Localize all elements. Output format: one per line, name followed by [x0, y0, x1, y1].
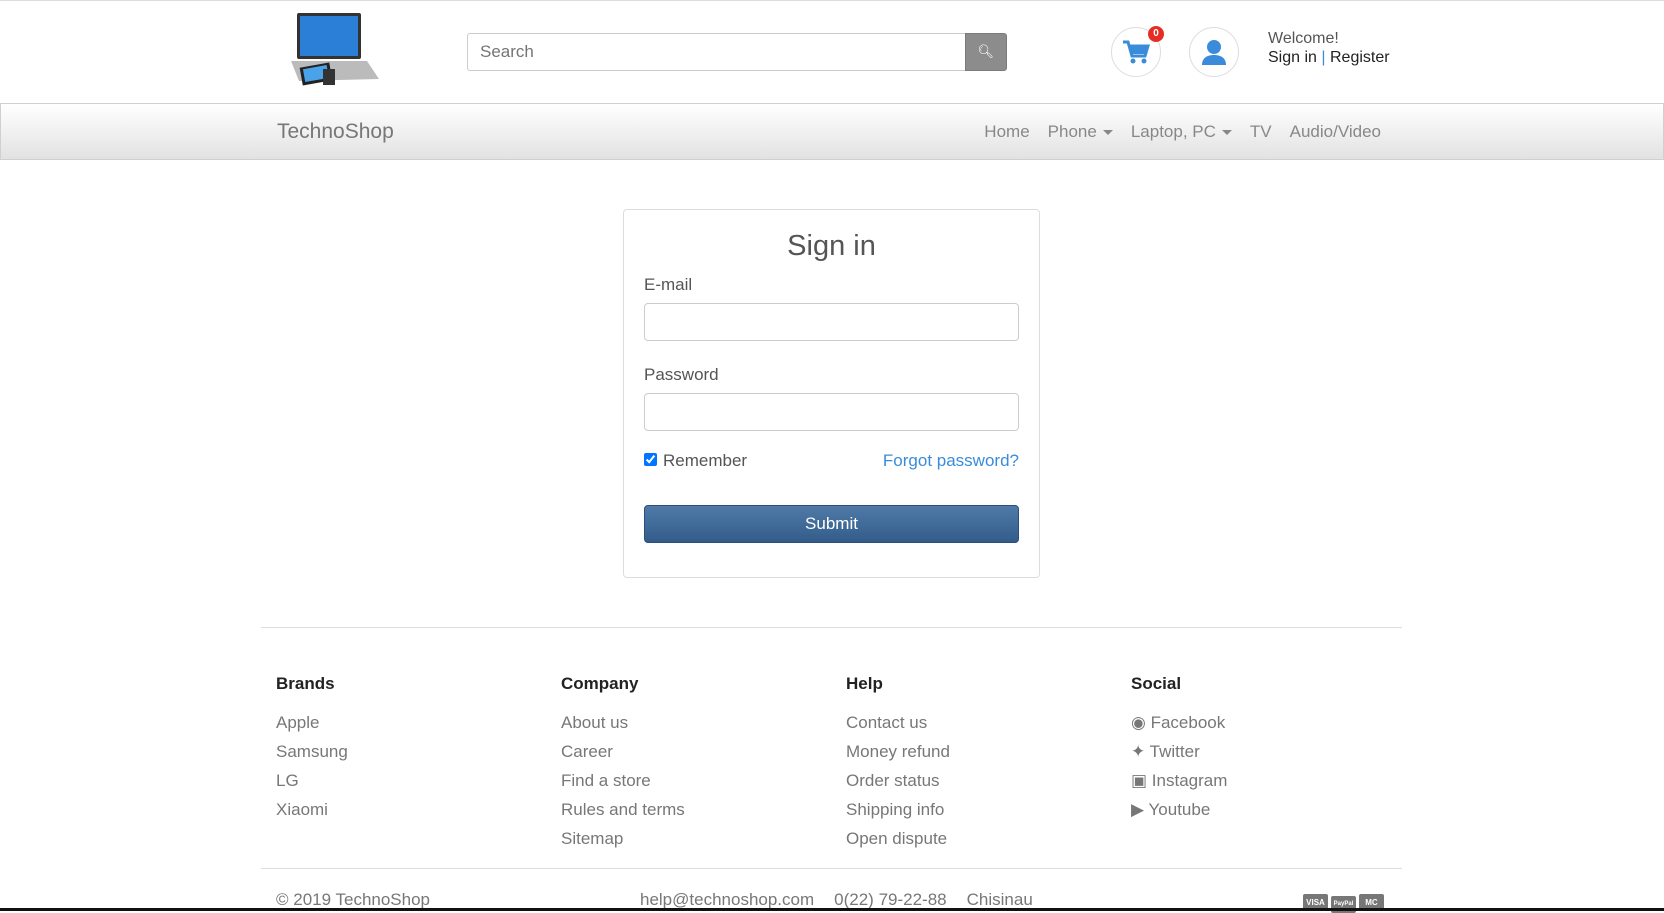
contact-phone: 0(22) 79-22-88	[834, 890, 947, 909]
search-bar: 🔍︎	[467, 33, 1007, 71]
footer-heading: Company	[561, 674, 639, 693]
nav-laptop-label: Laptop, PC	[1130, 122, 1216, 141]
twitter-label: Twitter	[1149, 742, 1200, 761]
remember-label: Remember	[663, 451, 748, 470]
copyright: © 2019 TechnoShop	[276, 890, 431, 909]
remember-checkbox[interactable]	[644, 453, 657, 466]
footer-link[interactable]: Shipping info	[846, 795, 1126, 824]
caret-down-icon	[1102, 130, 1113, 136]
instagram-link[interactable]: ▣ Instagram	[1131, 766, 1411, 795]
footer-link[interactable]: Sitemap	[561, 824, 841, 853]
remember-option[interactable]: Remember	[644, 451, 747, 471]
facebook-label: Facebook	[1150, 713, 1226, 732]
contact-email[interactable]: help@technoshop.com	[640, 890, 814, 910]
footer-link[interactable]: Open dispute	[846, 824, 1126, 853]
footer-heading: Brands	[276, 674, 335, 693]
sign-in-card: Sign in E-mail Password Remember Forgot …	[623, 209, 1040, 578]
navbar: TechnoShop Home Phone Laptop, PC TV Audi…	[0, 103, 1664, 160]
form-title: Sign in	[787, 230, 876, 262]
footer-social: Social ◉ Facebook ✦ Twitter ▣ Instagram …	[1131, 674, 1411, 824]
search-button[interactable]: 🔍︎	[965, 33, 1007, 71]
user-icon	[1202, 40, 1226, 65]
footer-link[interactable]: Money refund	[846, 737, 1126, 766]
separator: |	[1321, 49, 1326, 66]
account-button[interactable]	[1189, 27, 1239, 77]
footer-link[interactable]: Contact us	[846, 708, 1126, 737]
footer-link[interactable]: About us	[561, 708, 841, 737]
cart-count-badge: 0	[1148, 26, 1164, 42]
twitter-link[interactable]: ✦ Twitter	[1131, 737, 1411, 766]
footer-link[interactable]: Order status	[846, 766, 1126, 795]
footer-link[interactable]: LG	[276, 766, 556, 795]
footer-link[interactable]: Find a store	[561, 766, 841, 795]
youtube-icon: ▶	[1131, 800, 1145, 819]
email-field[interactable]	[644, 303, 1019, 341]
nav-laptop-pc[interactable]: Laptop, PC	[1131, 122, 1232, 142]
welcome-text: Welcome!	[1268, 30, 1339, 47]
forgot-password-link[interactable]: Forgot password?	[883, 451, 1019, 471]
instagram-icon: ▣	[1131, 771, 1148, 790]
cart-icon	[1123, 40, 1150, 64]
footer-heading: Social	[1131, 674, 1182, 693]
footer-link[interactable]: Samsung	[276, 737, 556, 766]
footer-link[interactable]: Rules and terms	[561, 795, 841, 824]
nav-home[interactable]: Home	[984, 122, 1029, 142]
cart-button[interactable]: 0	[1111, 26, 1164, 77]
search-input[interactable]	[467, 33, 965, 71]
footer-help: Help Contact us Money refund Order statu…	[846, 674, 1126, 853]
footer-brands: Brands Apple Samsung LG Xiaomi	[276, 674, 556, 824]
search-icon: 🔍︎	[977, 44, 995, 59]
nav-links: Home Phone Laptop, PC TV Audio/Video	[984, 122, 1381, 142]
password-field[interactable]	[644, 393, 1019, 431]
footer-company: Company About us Career Find a store Rul…	[561, 674, 841, 853]
footer-link[interactable]: Apple	[276, 708, 556, 737]
nav-phone-label: Phone	[1047, 122, 1097, 141]
footer-link[interactable]: Xiaomi	[276, 795, 556, 824]
nav-audio-video[interactable]: Audio/Video	[1290, 122, 1381, 142]
sign-in-link[interactable]: Sign in	[1268, 49, 1317, 66]
footer-divider	[261, 627, 1402, 628]
email-label: E-mail	[644, 275, 693, 294]
nav-tv[interactable]: TV	[1250, 122, 1272, 142]
password-label: Password	[644, 365, 719, 384]
twitter-icon: ✦	[1131, 742, 1146, 761]
brand-link[interactable]: TechnoShop	[277, 120, 394, 144]
register-link[interactable]: Register	[1330, 49, 1390, 66]
footer-bottom-divider	[261, 868, 1402, 869]
nav-phone[interactable]: Phone	[1048, 122, 1113, 142]
submit-button[interactable]: Submit	[644, 505, 1019, 543]
youtube-link[interactable]: ▶ Youtube	[1131, 795, 1411, 824]
facebook-link[interactable]: ◉ Facebook	[1131, 708, 1411, 737]
contact-info: help@technoshop.com 0(22) 79-22-88 Chisi…	[640, 890, 1033, 910]
instagram-label: Instagram	[1151, 771, 1228, 790]
footer-link[interactable]: Career	[561, 737, 841, 766]
youtube-label: Youtube	[1148, 800, 1211, 819]
footer-heading: Help	[846, 674, 883, 693]
logo[interactable]	[287, 9, 387, 94]
facebook-icon: ◉	[1131, 713, 1146, 732]
contact-city: Chisinau	[966, 890, 1033, 909]
welcome-block: Welcome! Sign in | Register	[1268, 29, 1390, 67]
caret-down-icon	[1221, 130, 1232, 136]
